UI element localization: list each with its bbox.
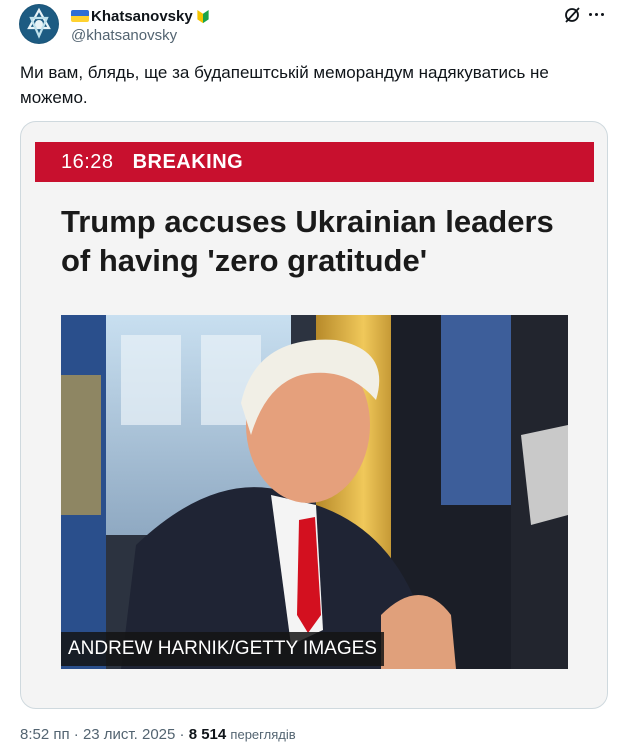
views-label: переглядів	[230, 727, 296, 742]
tweet-time[interactable]: 8:52 пп	[20, 726, 70, 743]
author-display-name[interactable]: Khatsanovsky	[91, 8, 193, 25]
tweet-meta: 8:52 пп · 23 лист. 2025 · 8 514 перегляд…	[20, 726, 296, 743]
beginner-badge-icon	[197, 9, 209, 23]
breaking-banner: 16:28 BREAKING	[35, 142, 594, 182]
news-headline: Trump accuses Ukrainian leaders of havin…	[61, 204, 554, 278]
photo-credit-caption: ANDREW HARNIK/GETTY IMAGES	[61, 632, 384, 666]
logo-avatar-icon	[20, 5, 58, 43]
banner-time: 16:28	[61, 150, 114, 173]
tweet-text: Ми вам, блядь, ще за будапештській мемор…	[20, 63, 549, 107]
tweet-date[interactable]: 23 лист. 2025	[83, 726, 175, 743]
photo-illustration	[61, 315, 568, 669]
grok-icon[interactable]	[563, 6, 581, 24]
more-options-icon[interactable]	[589, 13, 607, 19]
banner-label: BREAKING	[132, 150, 244, 173]
author-name-row[interactable]: Khatsanovsky	[71, 6, 210, 26]
media-card[interactable]: 16:28 BREAKING Trump accuses Ukrainian l…	[20, 121, 608, 709]
author-handle[interactable]: @khatsanovsky	[71, 27, 177, 44]
ukraine-flag-icon	[71, 10, 89, 22]
author-avatar[interactable]	[19, 4, 59, 44]
meta-separator: ·	[179, 726, 185, 743]
meta-separator: ·	[73, 726, 79, 743]
views-count: 8 514	[188, 726, 227, 743]
news-photo[interactable]: ANDREW HARNIK/GETTY IMAGES	[61, 315, 568, 669]
